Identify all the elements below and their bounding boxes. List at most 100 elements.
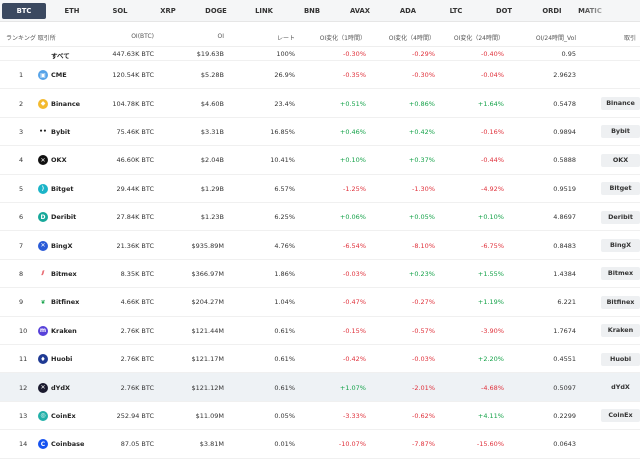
header-link: 取引 [624,35,637,42]
oi-vol-ratio: 0.5888 [553,156,576,165]
table-row[interactable]: 7 ✕ BingX 21.36K BTC $935.89M 4.76% -6.54% -8.1… [0,231,640,260]
change-1h: +0.46% [339,127,366,136]
deribit-icon: D [38,212,48,223]
oi-btc-value: 252.94 BTC [116,411,154,420]
change-24h: -3.90% [481,326,504,335]
change-1h: -0.35% [343,71,366,80]
oi-vol-ratio: 4.8697 [553,213,576,222]
table-row[interactable]: 8 ⫽ Bitmex 8.35K BTC $366.97M 1.86% -0.03% +0.2… [0,260,640,289]
tab-dot[interactable]: DOT [482,3,526,19]
trade-link-button[interactable]: Bitfinex [601,295,640,309]
oi-btc-value: 4.66K BTC [120,298,154,307]
trade-link-button[interactable]: Kraken [601,324,640,338]
change-1h: -0.47% [343,298,366,307]
change-4h: -2.01% [412,383,435,392]
trade-link-button[interactable]: Bitget [601,182,640,196]
oi-vol-ratio: 0.5097 [553,383,576,392]
oi-btc-value: 21.36K BTC [116,241,154,250]
trade-link-button[interactable]: Binance [601,97,640,111]
oi-btc-value: 8.35K BTC [120,269,154,278]
change-24h: -0.16% [481,127,504,136]
table-row[interactable]: 11 ♦ Huobi 2.76K BTC $121.17M 0.61% -0.42% -0.0… [0,345,640,374]
header-chg-24h: OI変化（24時間） [453,35,504,42]
tab-bnb[interactable]: BNB [290,3,334,19]
trade-link-button[interactable]: BingX [601,239,640,253]
oi-btc-value: 75.46K BTC [116,127,154,136]
table-row[interactable]: 12 ✕ dYdX 2.76K BTC $121.12M 0.61% +1.07% -2.01… [0,373,640,402]
tabs-fade [580,0,640,21]
oi-usd-value: $121.44M [191,326,225,335]
exchange-name: CME [51,71,67,80]
oi-btc-value: 87.05 BTC [120,440,154,449]
tab-btc[interactable]: BTC [2,2,46,19]
tab-ordi[interactable]: ORDI [530,3,574,19]
oi-btc-value: 2.76K BTC [120,326,154,335]
change-24h: +1.19% [477,298,504,307]
change-1h: +0.06% [339,213,366,222]
oi-vol-ratio: 0.0643 [553,440,576,449]
trade-link-button[interactable]: CoinEx [601,409,640,423]
share-rate: 23.4% [274,99,295,108]
rank-number: 13 [19,411,28,420]
binance-icon: ◆ [38,98,48,109]
tab-xrp[interactable]: XRP [146,3,190,19]
header-rate: レート [276,35,295,42]
dydx-icon: ✕ [38,382,48,393]
table-row[interactable]: 4 ✕ OKX 46.60K BTC $2.04B 10.41% +0.10% +0.37% -… [0,146,640,175]
header-chg-1h: OI変化（1時間） [319,35,366,42]
table-row[interactable]: 1 ▣ CME 120.54K BTC $5.28B 26.9% -0.35% -0.30% -… [0,61,640,90]
oi-btc-value: 447.63K BTC [112,50,154,58]
change-24h: +1.64% [477,99,504,108]
table-row[interactable]: すべて 447.63K BTC $19.63B 100% -0.30% -0.29% -0.… [0,47,640,61]
table-row[interactable]: 9 ❦ Bitfinex 4.66K BTC $204.27M 1.04% -0.47% -0… [0,288,640,317]
share-rate: 0.61% [274,326,295,335]
table-row[interactable]: 14 C Coinbase 87.05 BTC $3.81M 0.01% -10.07% -7… [0,430,640,459]
table-row[interactable]: 13 ◎ CoinEx 252.94 BTC $11.09M 0.05% -3.33% -0.… [0,402,640,431]
share-rate: 26.9% [274,71,295,80]
trade-link-button[interactable]: dYdX [601,381,640,394]
tab-eth[interactable]: ETH [50,3,94,19]
change-1h: -0.15% [343,326,366,335]
change-1h: +0.51% [339,99,366,108]
table-row[interactable]: 10 m Kraken 2.76K BTC $121.44M 0.61% -0.15% -0.… [0,317,640,345]
table-row[interactable]: 3 •• Bybit 75.46K BTC $3.31B 16.85% +0.46% +0.4… [0,118,640,147]
trade-link-button[interactable]: Bitmex [601,267,640,281]
change-1h: -1.25% [343,184,366,193]
share-rate: 0.01% [274,440,295,449]
trade-link-button[interactable]: Deribit [601,210,640,224]
oi-btc-value: 27.84K BTC [116,213,154,222]
trade-link-button[interactable]: OKX [601,153,640,167]
tab-ada[interactable]: ADA [386,3,430,19]
oi-usd-value: $1.23B [200,213,224,222]
table-header: ランキング 取引所 OI(BTC) OI レート OI変化（1時間） OI変化（… [0,27,640,47]
change-4h: -7.87% [412,440,435,449]
oi-btc-value: 2.76K BTC [120,383,154,392]
rank-number: 6 [19,213,24,222]
oi-vol-ratio: 0.5478 [553,99,576,108]
rank-number: 7 [19,241,24,250]
share-rate: 6.25% [274,213,295,222]
bingx-icon: ✕ [38,240,48,251]
oi-usd-value: $3.81M [199,440,224,449]
tab-doge[interactable]: DOGE [194,3,238,19]
change-4h: -8.10% [412,241,435,250]
change-24h: -6.75% [481,241,504,250]
trade-link-button[interactable]: Bybit [601,125,640,139]
table-row[interactable]: 5 ⟩ Bitget 29.44K BTC $1.29B 6.57% -1.25% -1.30… [0,175,640,203]
trade-link-button[interactable]: Huobi [601,352,640,366]
exchange-name: すべて [51,52,70,60]
exchange-name: Kraken [51,326,77,335]
table-row[interactable]: 2 ◆ Binance 104.78K BTC $4.60B 23.4% +0.51% +0.… [0,89,640,118]
tab-sol[interactable]: SOL [98,3,142,19]
tab-avax[interactable]: AVAX [338,3,382,19]
change-1h: -10.07% [338,440,366,449]
change-4h: -0.30% [412,71,435,80]
bitfinex-icon: ❦ [38,297,48,308]
oi-vol-ratio: 1.7674 [553,326,576,335]
tab-ltc[interactable]: LTC [434,3,478,19]
tab-link[interactable]: LINK [242,3,286,19]
share-rate: 1.04% [274,298,295,307]
rank-number: 4 [19,156,24,165]
table-row[interactable]: 6 D Deribit 27.84K BTC $1.23B 6.25% +0.06% +0.0… [0,203,640,232]
coin-tabs: BTC ETH SOL XRP DOGE LINK BNB AVAX ADA LTC DOT ORDI… [0,0,640,22]
